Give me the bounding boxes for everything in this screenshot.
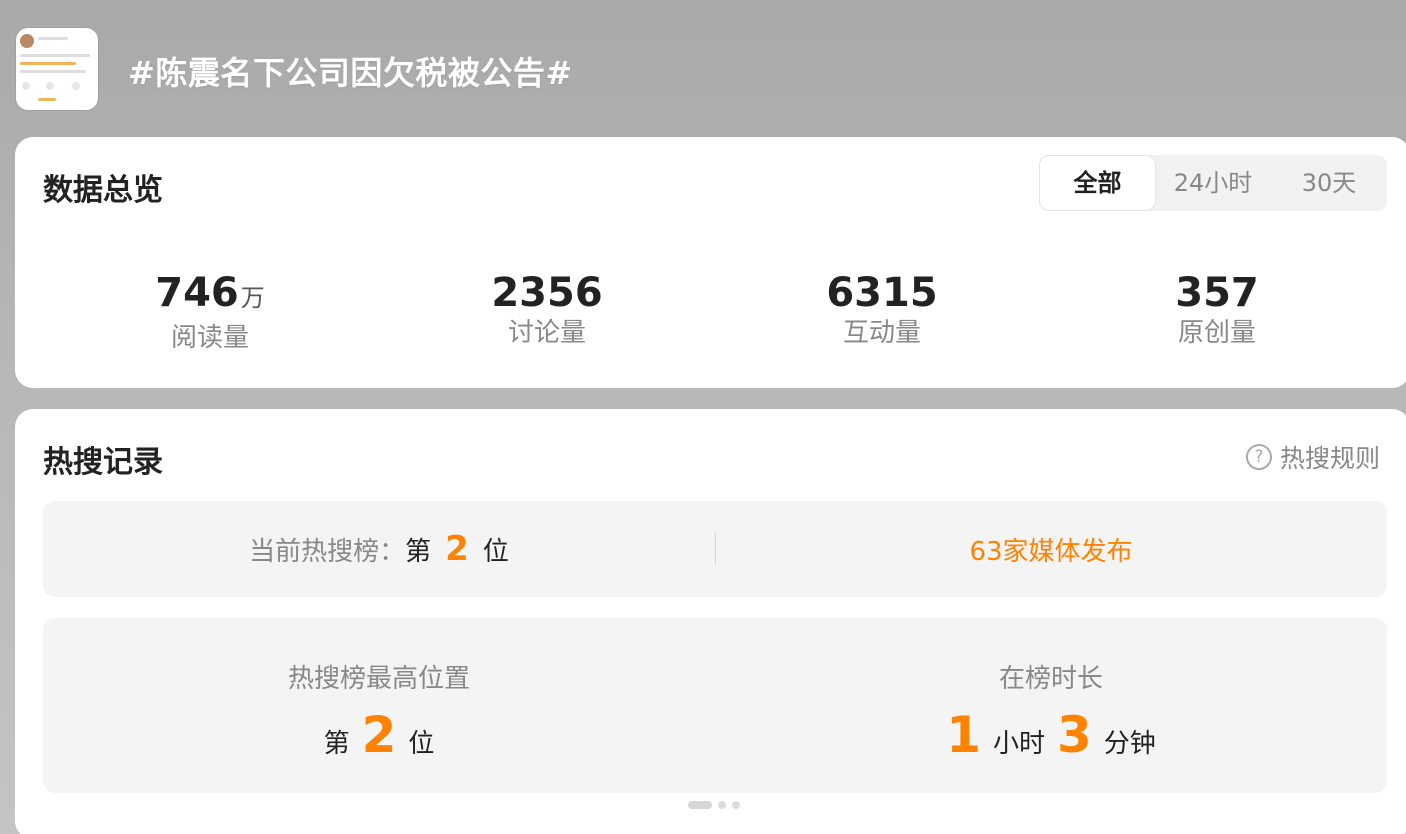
thumbnail-line <box>38 37 68 40</box>
hot-search-title: 热搜记录 <box>43 445 163 480</box>
stat-original-label: 原创量 <box>1177 318 1256 348</box>
highest-rank-post: 位 <box>408 729 435 759</box>
page-dot-active <box>688 801 712 809</box>
thumbnail-dot <box>46 82 54 90</box>
current-rank-post: 位 <box>482 536 509 567</box>
stat-original-value: 357 <box>1175 270 1259 316</box>
topic-header: #陈震名下公司因欠税被公告# <box>16 28 1396 110</box>
on-list-duration: 在榜时长 1 小时 3 分钟 <box>715 618 1387 793</box>
duration-minutes: 3 <box>1057 706 1092 764</box>
stat-read-value: 746 <box>155 270 239 316</box>
highest-rank-value-row: 第 2 位 <box>43 706 715 766</box>
question-icon: ? <box>1245 444 1272 470</box>
media-publish-link[interactable]: 63家媒体发布 <box>715 501 1387 597</box>
duration-value-row: 1 小时 3 分钟 <box>715 706 1387 766</box>
hot-search-rules-link[interactable]: ? 热搜规则 <box>1245 439 1380 475</box>
tab-30d[interactable]: 30天 <box>1271 155 1387 211</box>
overview-title: 数据总览 <box>43 173 163 208</box>
stat-read-value-row: 746万 <box>45 269 375 322</box>
time-range-selector: 全部 24小时 30天 <box>1039 155 1387 211</box>
rank-summary-panel: 热搜榜最高位置 第 2 位 在榜时长 1 小时 3 分钟 <box>43 618 1387 793</box>
thumbnail-line <box>20 54 90 57</box>
thumbnail-dot <box>72 82 80 90</box>
stat-read-unit: 万 <box>240 284 265 312</box>
highest-rank-number: 2 <box>361 706 397 764</box>
data-overview-card: 数据总览 全部 24小时 30天 746万 阅读量 2356 讨论量 6315 … <box>15 137 1406 388</box>
page-dot <box>732 801 740 809</box>
stat-discuss-value: 2356 <box>491 270 603 316</box>
tab-24h[interactable]: 24小时 <box>1155 155 1271 211</box>
hot-search-card: 热搜记录 ? 热搜规则 当前热搜榜： 第 2 位 63家媒体发布 热搜榜最高位置… <box>15 409 1406 834</box>
stat-discuss-label: 讨论量 <box>507 318 586 348</box>
highest-rank-pre: 第 <box>323 729 350 759</box>
stat-interact-label: 互动量 <box>842 318 921 348</box>
duration-label: 在榜时长 <box>998 664 1103 694</box>
thumbnail-line <box>20 62 76 65</box>
highest-rank-label: 热搜榜最高位置 <box>287 664 470 694</box>
page-indicator <box>688 801 740 809</box>
stat-original: 357 原创量 <box>1052 269 1382 349</box>
duration-hours: 1 <box>946 706 981 764</box>
current-rank-number: 2 <box>445 529 469 569</box>
thumbnail-avatar <box>20 34 34 48</box>
stat-read-label: 阅读量 <box>170 323 249 353</box>
highest-rank: 热搜榜最高位置 第 2 位 <box>43 618 715 793</box>
duration-minutes-unit: 分钟 <box>1103 729 1156 759</box>
hot-search-rules-label: 热搜规则 <box>1279 444 1380 473</box>
thumbnail-line <box>20 70 86 73</box>
duration-hours-unit: 小时 <box>992 729 1045 759</box>
stat-read: 746万 阅读量 <box>45 269 375 354</box>
current-rank-panel: 当前热搜榜： 第 2 位 63家媒体发布 <box>43 501 1387 597</box>
thumbnail-dot <box>22 82 30 90</box>
thumbnail-line <box>38 98 56 101</box>
current-rank: 当前热搜榜： 第 2 位 <box>43 501 715 597</box>
current-rank-prefix: 当前热搜榜： <box>249 536 406 567</box>
stat-interact: 6315 互动量 <box>717 269 1047 349</box>
page-dot <box>718 801 726 809</box>
stat-interact-value: 6315 <box>826 270 938 316</box>
topic-thumbnail[interactable] <box>16 28 98 110</box>
stat-discuss: 2356 讨论量 <box>382 269 712 349</box>
current-rank-pre: 第 <box>405 536 432 567</box>
tab-all[interactable]: 全部 <box>1040 156 1155 210</box>
topic-title: #陈震名下公司因欠税被公告# <box>128 54 573 92</box>
